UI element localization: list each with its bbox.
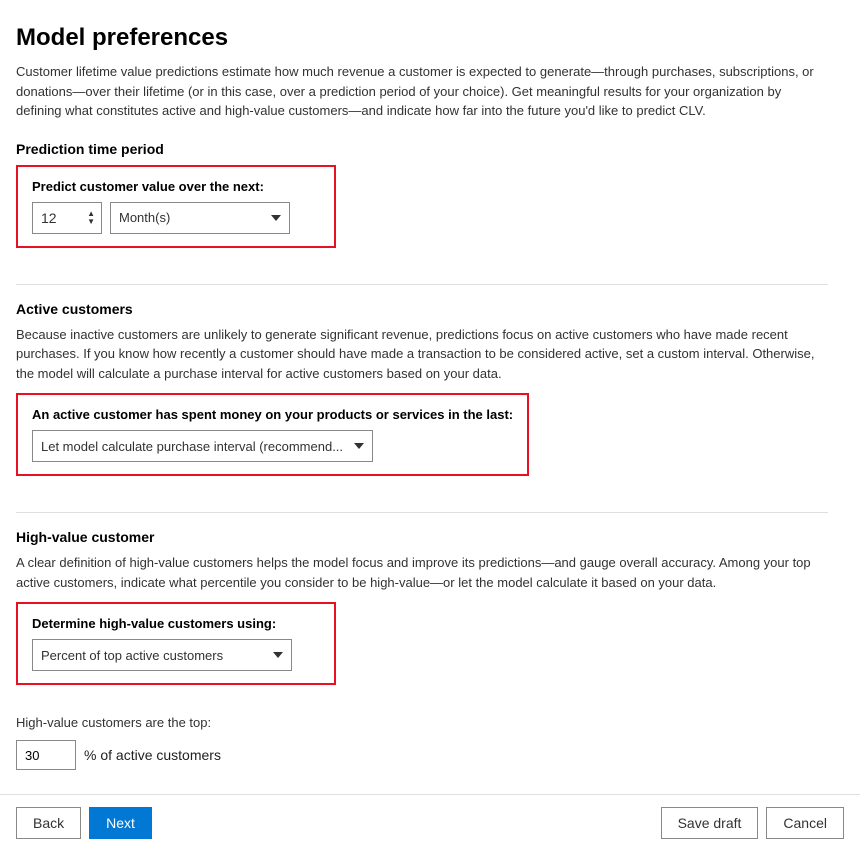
page-title: Model preferences (16, 24, 828, 52)
prediction-spinner: ▲ ▼ (32, 202, 102, 234)
high-value-percent-input[interactable] (16, 740, 76, 770)
active-customers-dropdown[interactable]: Let model calculate purchase interval (r… (32, 430, 373, 462)
footer-left-buttons: Back Next (16, 807, 152, 839)
cancel-button[interactable]: Cancel (766, 807, 844, 839)
save-draft-button[interactable]: Save draft (661, 807, 759, 839)
high-value-top-section: High-value customers are the top: (16, 715, 828, 730)
spinner-down-button[interactable]: ▼ (85, 218, 97, 226)
high-value-customer-box: Determine high-value customers using: Pe… (16, 602, 336, 685)
back-button[interactable]: Back (16, 807, 81, 839)
prediction-time-period-heading: Prediction time period (16, 141, 828, 157)
period-dropdown[interactable]: Month(s) Year(s) (110, 202, 290, 234)
divider-1 (16, 284, 828, 285)
next-button[interactable]: Next (89, 807, 152, 839)
footer-right-buttons: Save draft Cancel (661, 807, 844, 839)
prediction-time-period-box: Predict customer value over the next: ▲ … (16, 165, 336, 248)
active-customers-heading: Active customers (16, 301, 828, 317)
spinner-arrows: ▲ ▼ (85, 203, 97, 233)
high-value-percent-suffix: % of active customers (84, 747, 221, 763)
active-customers-box-label: An active customer has spent money on yo… (32, 407, 513, 422)
high-value-top-label: High-value customers are the top: (16, 715, 211, 730)
high-value-customer-heading: High-value customer (16, 529, 828, 545)
high-value-dropdown[interactable]: Percent of top active customers Model ca… (32, 639, 292, 671)
high-value-customer-description: A clear definition of high-value custome… (16, 553, 828, 592)
active-customers-box: An active customer has spent money on yo… (16, 393, 529, 476)
footer: Back Next Save draft Cancel (0, 794, 860, 851)
prediction-box-label: Predict customer value over the next: (32, 179, 320, 194)
page-description: Customer lifetime value predictions esti… (16, 62, 828, 121)
active-customers-description: Because inactive customers are unlikely … (16, 325, 828, 384)
high-value-percent-row: % of active customers (16, 740, 828, 770)
high-value-box-label: Determine high-value customers using: (32, 616, 320, 631)
divider-2 (16, 512, 828, 513)
prediction-value-input[interactable] (41, 210, 77, 226)
